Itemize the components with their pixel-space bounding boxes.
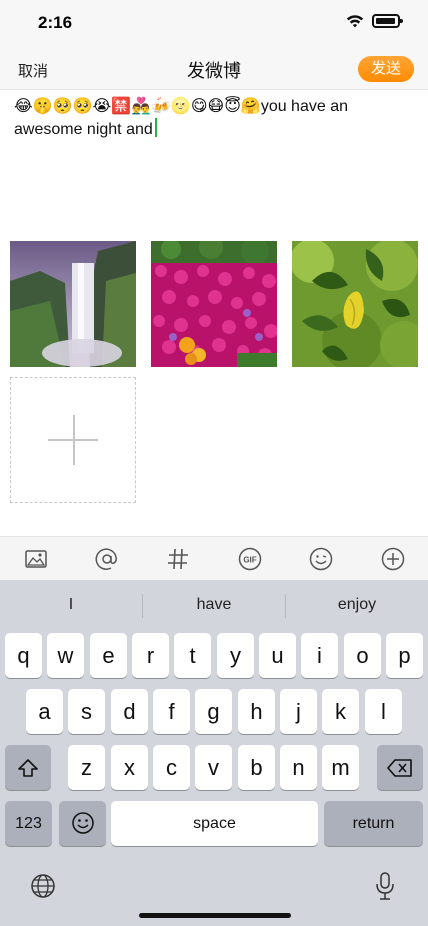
key-i[interactable]: i xyxy=(301,633,338,678)
status-bar: 2:16 xyxy=(0,0,428,48)
key-f[interactable]: f xyxy=(153,689,190,734)
text-cursor xyxy=(154,118,157,137)
wifi-icon xyxy=(346,15,364,28)
add-photo-button[interactable] xyxy=(10,377,136,503)
hashtag-icon[interactable] xyxy=(165,546,191,572)
status-time: 2:16 xyxy=(38,13,73,32)
numbers-key[interactable]: 123 xyxy=(5,801,52,846)
return-key[interactable]: return xyxy=(324,801,423,846)
key-q[interactable]: q xyxy=(5,633,42,678)
image-icon[interactable] xyxy=(23,546,49,572)
key-e[interactable]: e xyxy=(90,633,127,678)
key-n[interactable]: n xyxy=(280,745,317,790)
suggestion-item[interactable]: have xyxy=(143,596,285,614)
key-m[interactable]: m xyxy=(322,745,359,790)
key-x[interactable]: x xyxy=(111,745,148,790)
key-g[interactable]: g xyxy=(195,689,232,734)
gif-icon[interactable]: GIF xyxy=(237,546,263,572)
battery-icon xyxy=(372,14,403,28)
key-a[interactable]: a xyxy=(26,689,63,734)
globe-icon[interactable] xyxy=(30,873,56,899)
key-o[interactable]: o xyxy=(344,633,381,678)
add-icon[interactable] xyxy=(380,546,406,572)
key-r[interactable]: r xyxy=(132,633,169,678)
key-h[interactable]: h xyxy=(238,689,275,734)
key-c[interactable]: c xyxy=(153,745,190,790)
backspace-icon xyxy=(387,759,412,777)
key-y[interactable]: y xyxy=(217,633,254,678)
shift-key[interactable] xyxy=(5,745,51,790)
svg-text:GIF: GIF xyxy=(243,556,256,565)
suggestion-item[interactable]: enjoy xyxy=(286,596,428,614)
key-b[interactable]: b xyxy=(238,745,275,790)
delete-key[interactable] xyxy=(377,745,423,790)
key-u[interactable]: u xyxy=(259,633,296,678)
key-v[interactable]: v xyxy=(195,745,232,790)
microphone-icon[interactable] xyxy=(374,871,396,901)
key-z[interactable]: z xyxy=(68,745,105,790)
emoji-icon[interactable] xyxy=(308,546,334,572)
emoji-icon xyxy=(71,812,94,834)
key-w[interactable]: w xyxy=(47,633,84,678)
leaves-photo[interactable] xyxy=(292,241,418,367)
send-button[interactable]: 发送 xyxy=(358,56,414,82)
key-s[interactable]: s xyxy=(68,689,105,734)
shift-icon xyxy=(18,759,38,777)
compose-text-area[interactable]: 😂🤫🥺🥺😭🈲👨‍❤️‍👨🍻🌝😋😷😇🤗you have an awesome ni… xyxy=(14,96,414,141)
space-key[interactable]: space xyxy=(111,801,318,846)
key-p[interactable]: p xyxy=(386,633,423,678)
key-l[interactable]: l xyxy=(365,689,402,734)
suggestion-item[interactable]: I xyxy=(0,596,142,614)
key-k[interactable]: k xyxy=(322,689,359,734)
at-icon[interactable] xyxy=(94,546,120,572)
nav-bar: 取消 发微博 发送 xyxy=(0,48,428,90)
flowers-photo[interactable] xyxy=(151,241,277,367)
key-t[interactable]: t xyxy=(174,633,211,678)
key-d[interactable]: d xyxy=(111,689,148,734)
emoji-key[interactable] xyxy=(59,801,106,846)
compose-toolbar: GIF xyxy=(0,536,428,580)
waterfall-photo[interactable] xyxy=(10,241,136,367)
compose-emoji: 😂🤫🥺🥺😭🈲👨‍❤️‍👨🍻🌝😋😷😇🤗 xyxy=(14,98,261,115)
home-indicator xyxy=(139,913,291,918)
status-icons xyxy=(346,14,403,28)
suggestion-bar: I have enjoy xyxy=(0,580,428,630)
key-j[interactable]: j xyxy=(280,689,317,734)
